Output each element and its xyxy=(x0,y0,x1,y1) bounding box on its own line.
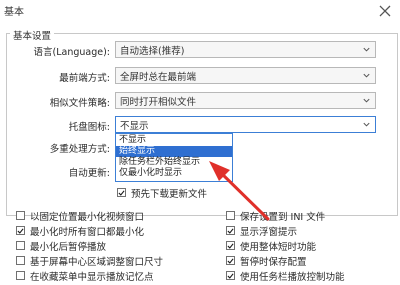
multi-process-label: 多重处理方式: xyxy=(49,144,110,155)
overall-short-label: 使用整体短时功能 xyxy=(240,242,317,253)
predownload-checkbox[interactable] xyxy=(117,188,126,197)
fixed-position-label: 以固定位置最小化视频窗口 xyxy=(30,212,145,223)
check-icon xyxy=(118,189,125,196)
overall-short-checkbox[interactable] xyxy=(226,241,235,250)
tray-icon-dropdown[interactable]: 不显示 始终显示 除任务栏外始终显示 仅最小化时显示 xyxy=(115,133,233,182)
check-icon xyxy=(227,272,234,279)
fixed-position-checkbox[interactable] xyxy=(16,211,25,220)
language-label: 语言(Language): xyxy=(33,47,111,58)
tooltip-label: 显示浮窗提示 xyxy=(240,227,298,238)
auto-update-label: 自动更新: xyxy=(68,168,110,179)
close-button[interactable] xyxy=(370,0,400,22)
predownload-label: 预先下载更新文件 xyxy=(131,189,208,200)
dropdown-option-always[interactable]: 始终显示 xyxy=(116,146,232,157)
tray-icon-value: 不显示 xyxy=(120,120,149,132)
favorites-label: 在收藏菜单中显示播放记忆点 xyxy=(30,272,154,283)
close-icon xyxy=(379,5,391,17)
similar-files-value: 同时打开相似文件 xyxy=(120,96,197,108)
pause-on-minimize-label: 最小化后暂停播放 xyxy=(30,242,107,253)
save-ini-label: 保存设置到 INI 文件 xyxy=(240,212,326,223)
tray-icon-label: 托盘图标: xyxy=(68,122,110,133)
title-bar: 基本 xyxy=(0,0,400,22)
check-icon xyxy=(227,227,234,234)
chevron-down-icon xyxy=(363,47,370,52)
save-on-pause-label: 暂停时保存配置 xyxy=(240,257,307,268)
check-icon xyxy=(227,242,234,249)
minimize-all-label: 最小化时所有窗口都最小化 xyxy=(30,227,145,238)
dropdown-option-hide[interactable]: 不显示 xyxy=(116,135,232,146)
dropdown-option-except-taskbar[interactable]: 除任务栏外始终显示 xyxy=(116,157,232,168)
minimize-all-checkbox[interactable] xyxy=(16,226,25,235)
group-title: 基本设置 xyxy=(10,28,55,42)
topmost-select[interactable]: 全屏时总在最前端 xyxy=(115,67,376,84)
dropdown-option-minimized[interactable]: 仅最小化时显示 xyxy=(116,168,232,179)
topmost-value: 全屏时总在最前端 xyxy=(120,71,197,83)
chevron-down-icon xyxy=(363,73,370,78)
save-ini-checkbox[interactable] xyxy=(226,211,235,220)
window-title: 基本 xyxy=(4,7,24,18)
taskbar-control-label: 使用任务栏播放控制功能 xyxy=(240,272,345,283)
screen-center-checkbox[interactable] xyxy=(16,256,25,265)
similar-files-label: 相似文件策略: xyxy=(49,98,110,109)
check-icon xyxy=(17,227,24,234)
taskbar-control-checkbox[interactable] xyxy=(226,271,235,280)
pause-on-minimize-checkbox[interactable] xyxy=(16,241,25,250)
tooltip-checkbox[interactable] xyxy=(226,226,235,235)
save-on-pause-checkbox[interactable] xyxy=(226,256,235,265)
screen-center-label: 基于屏幕中心区域调整窗口尺寸 xyxy=(30,257,164,268)
tray-icon-select[interactable]: 不显示 xyxy=(115,116,376,133)
check-icon xyxy=(227,257,234,264)
chevron-down-icon xyxy=(363,98,370,103)
similar-files-select[interactable]: 同时打开相似文件 xyxy=(115,92,376,109)
language-select[interactable]: 自动选择(推荐) xyxy=(115,41,376,58)
favorites-checkbox[interactable] xyxy=(16,271,25,280)
topmost-label: 最前端方式: xyxy=(59,73,110,84)
chevron-down-icon xyxy=(363,122,370,127)
language-value: 自动选择(推荐) xyxy=(120,45,185,57)
